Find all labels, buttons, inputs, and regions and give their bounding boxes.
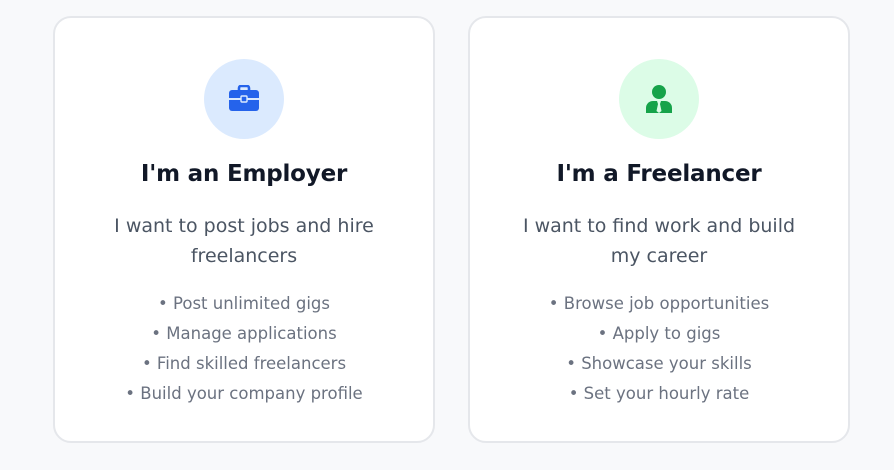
employer-role-card[interactable]: I'm an Employer I want to post jobs and … — [53, 16, 435, 443]
employer-feature-list: • Post unlimited gigs • Manage applicati… — [55, 289, 433, 409]
freelancer-icon-badge — [619, 59, 699, 139]
list-item: • Build your company profile — [125, 384, 363, 403]
list-item: • Manage applications — [151, 324, 337, 343]
freelancer-description: I want to find work and build my career — [522, 215, 796, 267]
freelancer-role-card[interactable]: I'm a Freelancer I want to find work and… — [468, 16, 850, 443]
role-selection: I'm an Employer I want to post jobs and … — [0, 0, 894, 470]
list-item: • Showcase your skills — [566, 354, 752, 373]
list-item: • Browse job opportunities — [548, 294, 770, 313]
freelancer-feature-list: • Browse job opportunities • Apply to gi… — [470, 289, 848, 409]
list-item: • Post unlimited gigs — [158, 294, 330, 313]
list-item: • Apply to gigs — [597, 324, 721, 343]
list-item: • Find skilled freelancers — [141, 354, 347, 373]
employer-icon-badge — [204, 59, 284, 139]
list-item: • Set your hourly rate — [568, 384, 750, 403]
employer-description: I want to post jobs and hire freelancers — [114, 215, 374, 267]
employer-title: I'm an Employer — [140, 161, 348, 187]
briefcase-icon — [229, 85, 259, 111]
freelancer-title: I'm a Freelancer — [556, 161, 762, 187]
user-tie-icon — [646, 85, 672, 113]
